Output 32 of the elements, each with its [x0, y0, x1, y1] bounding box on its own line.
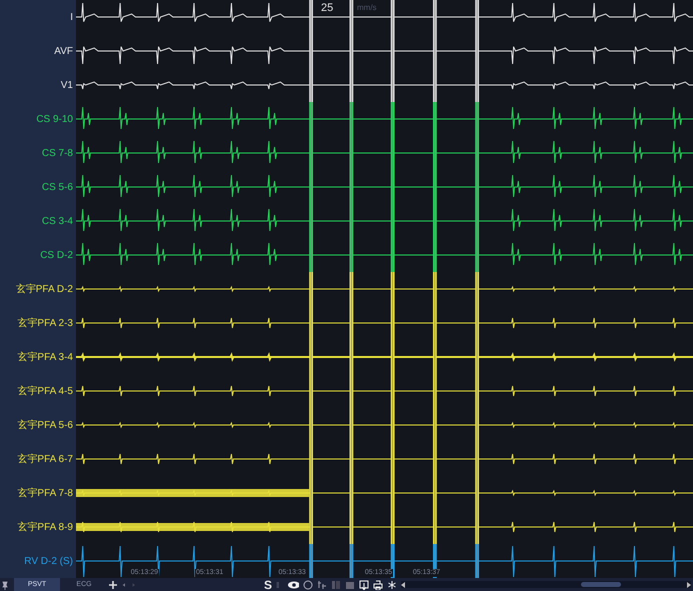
eye-icon[interactable] [286, 580, 300, 590]
channel-label: I [70, 12, 73, 22]
channel-label: AVF [54, 46, 73, 56]
speed-value: 25 [320, 2, 334, 14]
channel-label: 玄宇PFA 4-5 [17, 384, 73, 398]
scrollbar[interactable] [401, 581, 691, 588]
channel-label: CS 5-6 [42, 182, 73, 192]
channel-label: CS 9-10 [36, 114, 73, 124]
channel-label: 玄宇PFA 3-4 [17, 350, 73, 364]
cursor-icon[interactable] [317, 580, 328, 590]
channel-label: 玄宇PFA D-2 [16, 282, 73, 296]
download-icon[interactable] [359, 580, 370, 590]
printer-icon[interactable] [373, 580, 384, 590]
channel-label: CS D-2 [40, 250, 73, 260]
channel-label: CS 3-4 [42, 216, 73, 226]
circle-icon[interactable] [303, 580, 314, 590]
channel-label: RV D-2 (S) [24, 556, 73, 566]
left-arrow-icon[interactable] [401, 582, 406, 588]
speed-unit: mm/s [356, 4, 378, 13]
plus-icon[interactable] [108, 580, 118, 590]
channel-label: CS 7-8 [42, 148, 73, 158]
snowflake-icon[interactable] [387, 580, 398, 590]
pin-icon[interactable] [0, 580, 10, 590]
toolbar-letter[interactable]: S [264, 578, 272, 591]
channel-label: 玄宇PFA 7-8 [17, 486, 73, 500]
channel-label: 玄宇PFA 2-3 [17, 316, 73, 330]
right-arrow-icon[interactable] [686, 582, 691, 588]
channel-label: 玄宇PFA 5-6 [17, 418, 73, 432]
channel-label: 玄宇PFA 8-9 [17, 520, 73, 534]
square-icon[interactable] [345, 580, 356, 590]
channel-label: V1 [60, 80, 73, 90]
channel-label: 玄宇PFA 6-7 [17, 452, 73, 466]
